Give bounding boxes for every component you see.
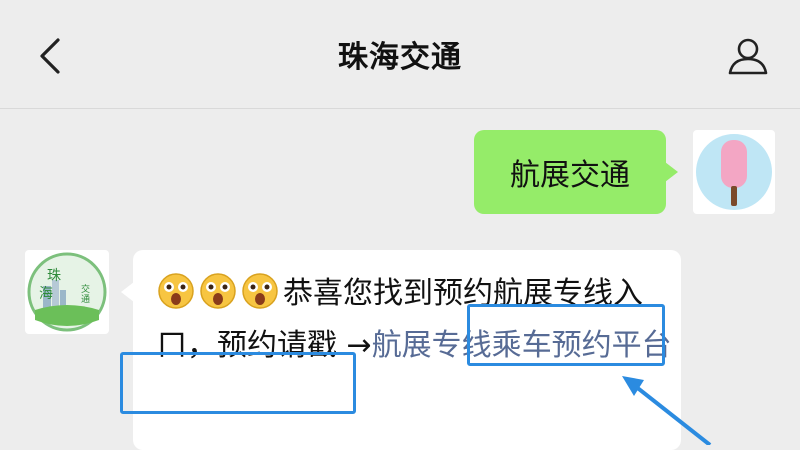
booking-link-part-2[interactable]: 车预约平台 bbox=[522, 328, 672, 363]
outgoing-message-text: 航展交通 bbox=[510, 158, 630, 193]
popsicle-icon bbox=[696, 134, 772, 210]
official-account-avatar[interactable]: 珠 海 交 通 bbox=[25, 250, 109, 334]
surprised-face-icon bbox=[157, 272, 195, 310]
pointer-arrow-icon bbox=[622, 376, 712, 445]
booking-link-part-1[interactable]: 航展专线乘 bbox=[372, 328, 522, 363]
profile-button[interactable] bbox=[726, 36, 770, 76]
chevron-left-icon bbox=[40, 38, 60, 74]
user-avatar[interactable] bbox=[693, 130, 775, 214]
zhuhai-transport-logo: 珠 海 交 通 bbox=[27, 252, 107, 332]
surprised-face-icon bbox=[241, 272, 279, 310]
person-icon bbox=[728, 38, 768, 75]
svg-text:海: 海 bbox=[39, 286, 53, 302]
chat-header: 珠海交通 bbox=[0, 0, 800, 109]
svg-text:交: 交 bbox=[81, 283, 90, 295]
incoming-message-text: 恭喜您找到预约航展专线入口，预约请戳 →航展专线乘车预约平台 bbox=[157, 268, 677, 372]
outgoing-message-bubble[interactable]: 航展交通 bbox=[474, 130, 678, 214]
svg-text:通: 通 bbox=[81, 294, 90, 305]
surprised-face-icon bbox=[199, 272, 237, 310]
back-button[interactable] bbox=[30, 36, 70, 76]
svg-text:珠: 珠 bbox=[47, 268, 61, 284]
chat-title: 珠海交通 bbox=[338, 40, 462, 75]
